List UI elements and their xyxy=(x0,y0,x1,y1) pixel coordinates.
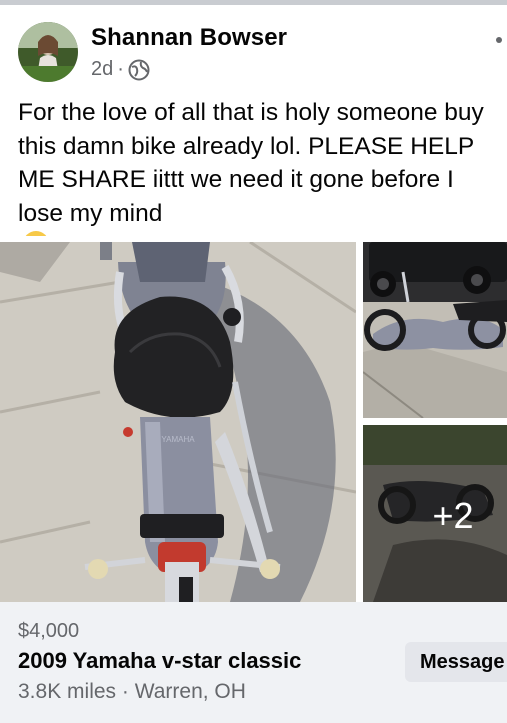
globe-icon xyxy=(128,59,150,81)
more-options-icon[interactable] xyxy=(494,26,507,46)
post-meta: 2d · xyxy=(91,58,150,81)
listing-details: 3.8K miles · Warren, OH xyxy=(18,680,246,703)
photo-grid: YAMAHA +2 xyxy=(0,242,507,602)
marketplace-listing[interactable]: $4,000 2009 Yamaha v-star classic 3.8K m… xyxy=(0,602,507,723)
post-header: Shannan Bowser 2d · xyxy=(0,18,507,88)
post-text-line: ME SHARE iittt we need it gone before I xyxy=(18,166,454,193)
message-button[interactable]: Message xyxy=(405,642,507,682)
author-name[interactable]: Shannan Bowser xyxy=(91,24,287,52)
main-photo[interactable]: YAMAHA xyxy=(0,242,356,602)
post-text-line: this damn bike already lol. PLEASE HELP xyxy=(18,132,475,160)
post-text-line: For the love of all that is holy someone… xyxy=(18,99,484,126)
top-divider xyxy=(0,0,507,5)
listing-title: 2009 Yamaha v-star classic xyxy=(18,648,302,673)
more-photos-count: +2 xyxy=(432,495,474,536)
post-text-line-last: lose my mind xyxy=(18,197,507,236)
listing-price: $4,000 xyxy=(18,620,80,642)
post-text: For the love of all that is holy someone… xyxy=(18,96,507,236)
avatar[interactable] xyxy=(18,22,78,82)
post-time[interactable]: 2d xyxy=(91,58,113,81)
more-photos-tile[interactable]: +2 xyxy=(363,425,507,602)
side-photo[interactable] xyxy=(363,242,507,418)
tired-face-emoji xyxy=(22,230,50,236)
svg-text:YAMAHA: YAMAHA xyxy=(161,435,195,444)
meta-separator: · xyxy=(117,58,124,80)
post-text-line: lose my mind xyxy=(18,199,163,227)
